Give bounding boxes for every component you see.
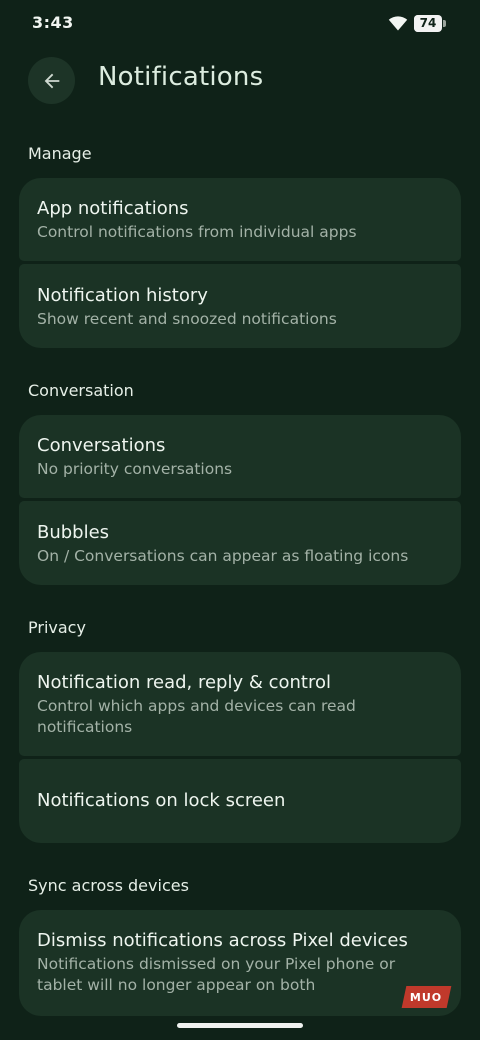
wifi-icon: [388, 16, 408, 31]
item-subtitle: Control which apps and devices can read …: [37, 697, 356, 736]
muo-watermark-logo: MUO: [401, 986, 452, 1008]
item-subtitle: Show recent and snoozed notifications: [37, 310, 337, 328]
battery-body: 74: [414, 15, 442, 32]
section-label-sync: Sync across devices: [28, 876, 189, 895]
item-title: Notifications on lock screen: [37, 790, 286, 811]
dismiss-across-pixel-devices-item[interactable]: Dismiss notifications across Pixel devic…: [19, 910, 461, 1016]
back-button[interactable]: [28, 57, 75, 104]
battery-level: 74: [419, 16, 437, 30]
notification-read-reply-control-item[interactable]: Notification read, reply & control Contr…: [19, 652, 461, 756]
item-subtitle: No priority conversations: [37, 460, 233, 478]
item-subtitle: On / Conversations can appear as floatin…: [37, 547, 409, 565]
item-title: Conversations: [37, 435, 166, 456]
section-label-privacy: Privacy: [28, 618, 86, 637]
item-title: App notifications: [37, 198, 189, 219]
item-subtitle: Notifications dismissed on your Pixel ph…: [37, 955, 396, 994]
notifications-settings-screen: 3:43 74 Notifications Manage App notific…: [0, 0, 480, 1040]
item-title: Bubbles: [37, 522, 110, 543]
notifications-on-lock-screen-item[interactable]: Notifications on lock screen: [19, 759, 461, 843]
item-title: Notification history: [37, 285, 208, 306]
home-indicator[interactable]: [177, 1023, 303, 1028]
notification-history-item[interactable]: Notification history Show recent and sno…: [19, 264, 461, 348]
battery-tip: [443, 20, 446, 27]
status-bar: 3:43 74: [0, 0, 480, 48]
section-label-conversation: Conversation: [28, 381, 134, 400]
app-notifications-item[interactable]: App notifications Control notifications …: [19, 178, 461, 261]
watermark-text: MUO: [410, 990, 443, 1004]
section-label-manage: Manage: [28, 144, 92, 163]
item-title: Notification read, reply & control: [37, 672, 332, 693]
item-title: Dismiss notifications across Pixel devic…: [37, 930, 408, 951]
item-subtitle: Control notifications from individual ap…: [37, 223, 357, 241]
arrow-left-icon: [44, 73, 59, 88]
battery-icon: 74: [414, 14, 448, 34]
status-time: 3:43: [32, 13, 74, 32]
page-title: Notifications: [98, 62, 264, 92]
conversations-item[interactable]: Conversations No priority conversations: [19, 415, 461, 498]
bubbles-item[interactable]: Bubbles On / Conversations can appear as…: [19, 501, 461, 585]
